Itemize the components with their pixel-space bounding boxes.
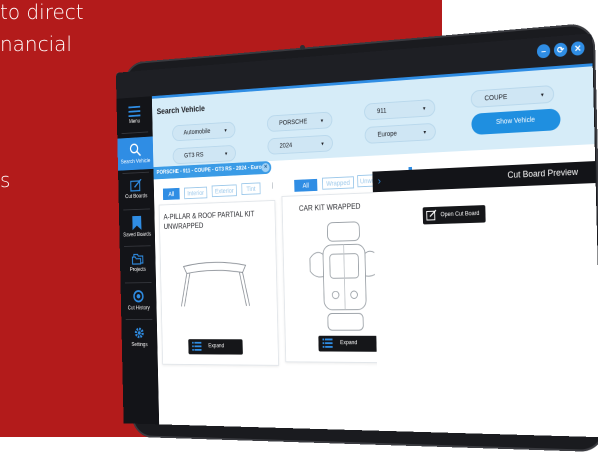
sidebar-item-cut-history[interactable]: Cut History xyxy=(121,289,157,311)
sidebar-item-label: Saved Boards xyxy=(123,232,152,239)
filter-chip-label: PORSCHE - 911 - COUPE - GT3 RS - 2024 - … xyxy=(156,164,268,176)
category-value: Automobile xyxy=(183,128,211,137)
tab-tint[interactable]: Tint xyxy=(241,182,261,195)
chevron-down-icon: ▾ xyxy=(224,128,227,134)
gear-icon xyxy=(133,326,145,340)
category-select[interactable]: Automobile ▾ xyxy=(172,121,236,142)
sidebar-divider xyxy=(124,282,152,284)
list-icon xyxy=(192,341,202,351)
sidebar-item-search-vehicle[interactable]: Search Vehicle xyxy=(117,136,154,171)
sidebar-divider xyxy=(125,318,153,320)
chevron-down-icon: ▾ xyxy=(224,151,228,158)
car-wrap-diagram xyxy=(307,219,382,334)
bookmark-icon xyxy=(132,215,142,231)
expand-button[interactable]: Expand xyxy=(318,335,378,352)
sidebar-item-label: Cut Boards xyxy=(125,193,148,200)
region-value: Europe xyxy=(377,130,398,139)
region-select[interactable]: Europe ▾ xyxy=(364,122,437,144)
tab-all-parts[interactable]: All xyxy=(162,187,180,201)
sidebar-item-projects[interactable]: Projects xyxy=(120,252,156,273)
card-title: A-PILLAR & ROOF PARTIAL KIT UNWRAPPED xyxy=(163,209,255,231)
chevron-down-icon: ▾ xyxy=(422,106,426,113)
cut-board-preview-panel: › Cut Board Preview Open Cut Board xyxy=(372,161,598,438)
sidebar-item-cut-boards[interactable]: Cut Boards xyxy=(118,179,154,201)
make-value: PORSCHE xyxy=(278,118,308,127)
page-title: Search Vehicle xyxy=(156,103,206,117)
window-controls: – ⟳ ✕ xyxy=(536,40,585,59)
model-select[interactable]: 911 ▾ xyxy=(363,98,436,121)
sidebar-item-settings[interactable]: Settings xyxy=(121,326,157,348)
expand-button[interactable]: Expand xyxy=(188,339,243,355)
sidebar-divider xyxy=(123,208,150,211)
sidebar-item-menu[interactable]: Menu xyxy=(117,105,153,126)
refresh-icon[interactable]: ⟳ xyxy=(553,42,568,58)
background-text-line-2: nancial xyxy=(0,32,72,56)
tab-interior[interactable]: Interior xyxy=(184,186,208,200)
tab-separator: | xyxy=(271,182,274,190)
year-value: 2024 xyxy=(279,142,293,150)
sidebar-divider xyxy=(121,131,149,135)
folders-icon xyxy=(132,252,144,264)
tab-exterior[interactable]: Exterior xyxy=(211,184,237,198)
edit-board-icon xyxy=(130,179,142,192)
edit-board-icon xyxy=(426,210,437,221)
tab-wrapped[interactable]: Wrapped xyxy=(322,176,355,190)
body-select[interactable]: COUPE ▾ xyxy=(470,84,555,109)
chevron-down-icon: ▾ xyxy=(321,141,324,148)
expand-label: Expand xyxy=(340,340,358,347)
model-value: 911 xyxy=(376,107,387,116)
preview-title: Cut Board Preview xyxy=(507,166,579,180)
sidebar-divider xyxy=(122,171,150,174)
trim-select[interactable]: GT3 RS ▾ xyxy=(172,144,237,165)
sidebar-divider xyxy=(124,245,151,247)
open-cut-board-label: Open Cut Board xyxy=(440,211,480,219)
sidebar-item-saved-boards[interactable]: Saved Boards xyxy=(119,215,155,238)
expand-label: Expand xyxy=(208,343,225,350)
hamburger-icon xyxy=(128,105,141,118)
trim-value: GT3 RS xyxy=(184,152,204,160)
a-pillar-roof-diagram xyxy=(176,256,255,311)
make-select[interactable]: PORSCHE ▾ xyxy=(266,111,333,133)
background-text-line-3: s xyxy=(0,168,11,192)
list-icon xyxy=(322,338,333,348)
kit-card-a-pillar[interactable]: A-PILLAR & ROOF PARTIAL KIT UNWRAPPED Ex… xyxy=(158,199,280,366)
sidebar-item-label: Settings xyxy=(131,342,148,348)
close-icon[interactable]: × xyxy=(261,162,270,173)
body-value: COUPE xyxy=(484,94,508,103)
sidebar-item-label: Cut History xyxy=(127,305,150,312)
year-select[interactable]: 2024 ▾ xyxy=(267,134,334,155)
search-icon xyxy=(129,142,141,157)
sidebar-item-label: Projects xyxy=(129,267,146,273)
show-vehicle-button[interactable]: Show Vehicle xyxy=(471,108,561,136)
history-icon xyxy=(132,289,144,303)
chevron-down-icon: ▾ xyxy=(320,118,324,125)
tab-all-wrap[interactable]: All xyxy=(294,178,318,192)
close-icon[interactable]: ✕ xyxy=(570,40,585,56)
background-text-line-1: to direct xyxy=(0,0,84,24)
sidebar-item-label: Menu xyxy=(129,118,141,125)
chevron-down-icon: ▾ xyxy=(423,130,427,136)
tablet-screen: – ⟳ ✕ Menu Search Vehicle Cut Boards Sav… xyxy=(115,33,598,438)
open-cut-board-button[interactable]: Open Cut Board xyxy=(422,205,486,225)
camera-dot xyxy=(300,45,305,50)
chevron-right-icon[interactable]: › xyxy=(378,176,381,187)
minimize-icon[interactable]: – xyxy=(536,43,551,59)
chevron-down-icon: ▾ xyxy=(540,92,544,99)
sidebar-item-label: Search Vehicle xyxy=(120,158,151,166)
